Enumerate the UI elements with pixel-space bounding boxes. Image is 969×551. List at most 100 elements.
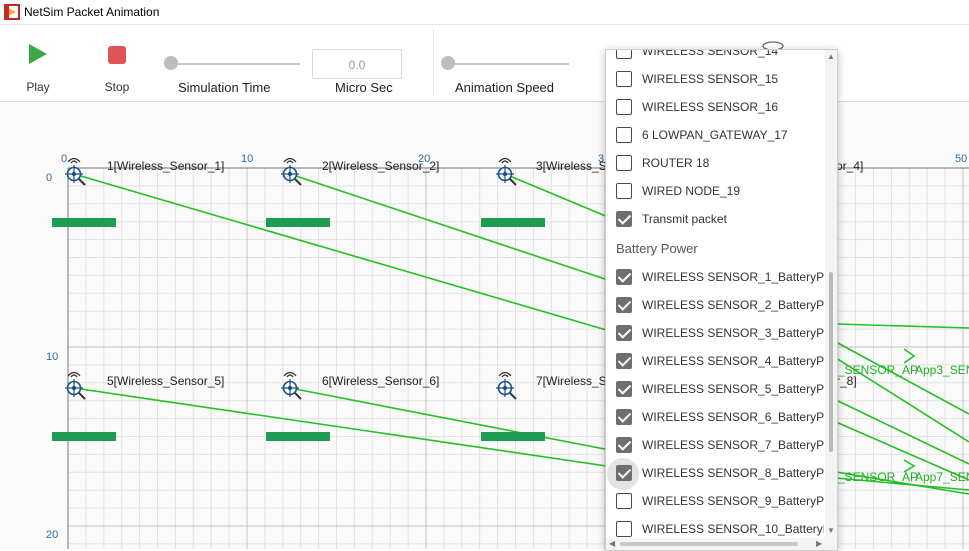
device-filter-item[interactable]: Transmit packet [606,205,824,233]
x-tick-50: 50 [955,153,967,165]
checkbox[interactable] [616,353,632,369]
flow-label-app7: App7_SEN [915,470,969,484]
play-button[interactable]: Play [8,25,68,101]
checkbox[interactable] [616,99,632,115]
node-label-2[interactable]: 2[Wireless_Sensor_2] [322,159,439,173]
wireless-sensor-icon[interactable] [496,371,517,400]
battery-bar-2 [266,218,330,227]
device-filter-item[interactable]: 6 LOWPAN_GATEWAY_17 [606,121,824,149]
device-filter-item[interactable]: WIRELESS SENSOR_14 [606,50,824,65]
dropdown-vertical-scrollbar[interactable]: ▲ ▼ [825,50,837,538]
simulation-time-slider[interactable] [170,63,300,65]
window-title: NetSim Packet Animation [24,5,160,19]
node-label-6[interactable]: 6[Wireless_Sensor_6] [322,374,439,388]
simulation-time-label: Simulation Time [178,80,271,95]
checkbox[interactable] [616,409,632,425]
device-filter-item[interactable]: WIRELESS SENSOR_16 [606,93,824,121]
checkbox[interactable] [616,155,632,171]
y-tick-0: 0 [46,172,52,184]
battery-filter-label: WIRELESS SENSOR_2_BatteryPower [642,298,824,312]
battery-filter-label: WIRELESS SENSOR_3_BatteryPower [642,326,824,340]
battery-filter-label: WIRELESS SENSOR_9_BatteryPower [642,494,824,508]
battery-bar-5 [52,432,116,441]
device-filter-label: 6 LOWPAN_GATEWAY_17 [642,128,788,142]
x-tick-0: 0 [61,153,67,165]
y-tick-20: 20 [46,529,58,541]
stop-button[interactable]: Stop [87,25,147,101]
checkbox[interactable] [616,127,632,143]
wireless-sensor-icon[interactable] [281,157,302,186]
micro-sec-label: Micro Sec [335,80,393,95]
battery-filter-label: WIRELESS SENSOR_6_BatteryPower [642,410,824,424]
scroll-left-arrow[interactable]: ◀ [609,539,615,548]
device-filter-label: WIRELESS SENSOR_16 [642,100,779,114]
battery-bar-1 [52,218,116,227]
animation-speed-slider[interactable] [447,63,569,65]
battery-filter-label: WIRELESS SENSOR_8_BatteryPower [642,466,824,480]
sensor-icons [65,157,517,400]
checkbox[interactable] [616,493,632,509]
battery-filter-item[interactable]: WIRELESS SENSOR_1_BatteryPower [606,263,824,291]
battery-filter-item[interactable]: WIRELESS SENSOR_5_BatteryPower [606,375,824,403]
node-label-7[interactable]: 7[Wireless_Se [536,374,614,388]
battery-filter-item[interactable]: WIRELESS SENSOR_2_BatteryPower [606,291,824,319]
device-filter-item[interactable]: WIRELESS SENSOR_15 [606,65,824,93]
node-label-5[interactable]: 5[Wireless_Sensor_5] [107,374,224,388]
scroll-up-arrow[interactable]: ▲ [827,52,835,61]
stop-label: Stop [104,80,130,94]
node-label-1[interactable]: 1[Wireless_Sensor_1] [107,159,224,173]
vertical-scroll-thumb[interactable] [829,272,833,452]
battery-power-section-title: Battery Power [616,241,698,256]
battery-filter-item[interactable]: WIRELESS SENSOR_6_BatteryPower [606,403,824,431]
battery-filter-label: WIRELESS SENSOR_5_BatteryPower [642,382,824,396]
netsim-app-icon [4,4,20,20]
animation-speed-slider-knob[interactable] [441,56,455,70]
play-label: Play [26,80,50,94]
battery-filter-item[interactable]: WIRELESS SENSOR_9_BatteryPower [606,487,824,515]
checkbox[interactable] [616,325,632,341]
checkbox[interactable] [616,50,632,59]
checkbox[interactable] [616,297,632,313]
device-filter-item[interactable]: ROUTER 18 [606,149,824,177]
battery-filter-label: WIRELESS SENSOR_1_BatteryPower [642,270,824,284]
checkbox[interactable] [616,437,632,453]
checkbox[interactable] [616,381,632,397]
wireless-sensor-icon[interactable] [496,157,517,186]
battery-filter-label: WIRELESS SENSOR_4_BatteryPower [642,354,824,368]
horizontal-scroll-thumb[interactable] [620,542,798,546]
y-tick-10: 10 [46,351,58,363]
node-label-3[interactable]: 3[Wireless_Se [536,159,614,173]
flow-label-app3-src: _SENSOR_AP [837,363,918,377]
battery-filter-item[interactable]: WIRELESS SENSOR_7_BatteryPower [606,431,824,459]
checkbox[interactable] [616,269,632,285]
device-filter-dropdown[interactable]: WIRELESS SENSOR_14 WIRELESS SENSOR_15 WIRE… [605,49,838,551]
x-tick-10: 10 [241,153,253,165]
scroll-down-arrow[interactable]: ▼ [827,526,835,535]
title-bar: NetSim Packet Animation [0,0,969,25]
checkbox[interactable] [616,521,632,537]
battery-filter-item[interactable]: WIRELESS SENSOR_3_BatteryPower [606,319,824,347]
stop-icon [108,46,126,64]
checkbox[interactable] [616,183,632,199]
node-label-4[interactable]: or_4] [836,159,863,173]
simulation-time-slider-knob[interactable] [164,56,178,70]
device-filter-label: WIRELESS SENSOR_15 [642,72,779,86]
battery-filter-item[interactable]: WIRELESS SENSOR_4_BatteryPower [606,347,824,375]
toolbar-separator [433,29,434,95]
battery-filter-label: WIRELESS SENSOR_7_BatteryPower [642,438,824,452]
battery-bar-6 [266,432,330,441]
checkbox[interactable] [616,71,632,87]
battery-filter-item[interactable]: WIRELESS SENSOR_8_BatteryPower [606,458,824,490]
device-filter-label: WIRED NODE_19 [642,184,741,198]
battery-bar-7 [481,432,545,441]
device-filter-item[interactable]: WIRED NODE_19 [606,177,824,205]
checkbox[interactable] [616,465,632,481]
flow-label-app3: App3_SEN [915,363,969,377]
micro-sec-field[interactable]: 0.0 [312,49,402,79]
checkbox[interactable] [616,211,632,227]
flow-label-app7-src: _SENSOR_AP [837,470,918,484]
wireless-sensor-icon[interactable] [281,371,302,400]
play-icon [29,44,47,64]
scroll-right-arrow[interactable]: ▶ [816,539,822,548]
dropdown-horizontal-scrollbar[interactable]: ◀ ▶ [606,538,837,550]
